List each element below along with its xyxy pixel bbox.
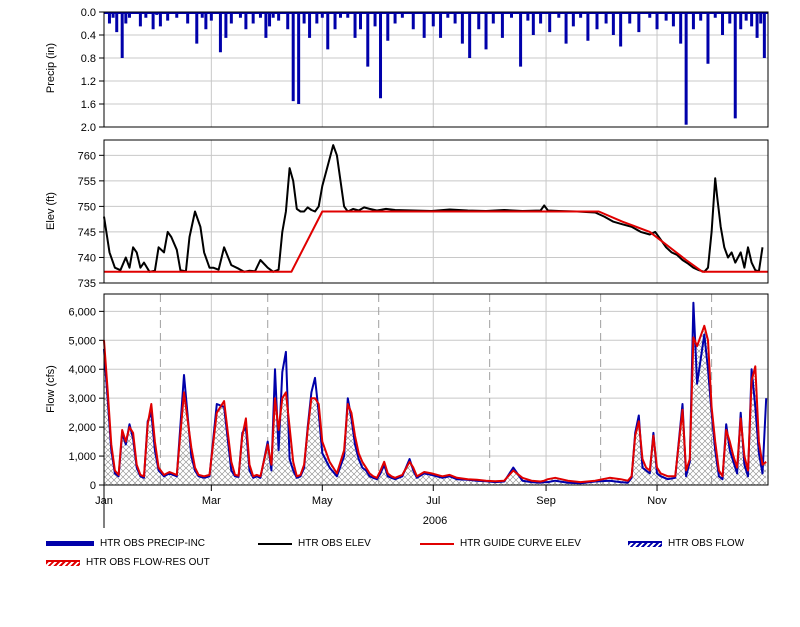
precip-bar [571, 12, 575, 27]
elevation-panel: 735 740 745 750 755 760 [78, 139, 769, 290]
precip-bar [333, 12, 337, 30]
flow-tick-label: 1,000 [68, 451, 96, 463]
flow-tick-label: 3,000 [68, 393, 96, 405]
precip-bar [422, 12, 426, 38]
elev-tick-label: 735 [78, 278, 96, 290]
precip-y-axis-label: Precip (in) [45, 43, 57, 93]
precip-bar [531, 12, 535, 35]
x-axis-tick-label: Nov [647, 495, 667, 507]
precip-tick-label: 2.0 [81, 122, 96, 134]
precip-bar [691, 12, 695, 30]
precip-bar [297, 12, 301, 104]
precip-bar [468, 12, 472, 58]
precip-bar [439, 12, 443, 38]
precip-bar [353, 12, 357, 38]
precip-bar [431, 12, 435, 27]
precip-bar [655, 12, 659, 30]
precip-tick-label: 1.2 [81, 76, 96, 88]
precip-bar [684, 12, 688, 125]
precip-bar [138, 12, 142, 27]
precip-bar [151, 12, 155, 30]
precip-bar [564, 12, 568, 44]
precip-bar [637, 12, 641, 33]
precip-bar [750, 12, 754, 27]
precip-bar [586, 12, 590, 41]
precip-bar [286, 12, 290, 30]
precip-bar [500, 12, 504, 38]
precip-bar [366, 12, 370, 67]
elev-tick-label: 740 [78, 252, 96, 264]
precip-bar [619, 12, 623, 47]
precip-bar [264, 12, 268, 38]
elev-y-axis-label: Elev (ft) [45, 192, 57, 230]
x-axis-tick-label: May [312, 495, 333, 507]
x-axis-tick-label: Sep [536, 495, 556, 507]
elev-tick-label: 755 [78, 176, 96, 188]
precip-bar [195, 12, 199, 44]
flow-y-axis-label: Flow (cfs) [45, 365, 57, 413]
precip-bar [308, 12, 312, 38]
x-axis-year-label: 2006 [423, 515, 447, 527]
flow-tick-label: 0 [90, 480, 96, 492]
elev-tick-label: 760 [78, 150, 96, 162]
precip-bar [120, 12, 124, 58]
precip-bar [158, 12, 162, 27]
precip-bar [733, 12, 737, 119]
precip-tick-label: 0.0 [81, 7, 96, 19]
flow-tick-label: 4,000 [68, 364, 96, 376]
x-axis: Jan Mar May Jul Sep Nov [95, 485, 667, 528]
precip-bar [477, 12, 481, 30]
precip-bar [218, 12, 222, 53]
precip-bar [291, 12, 295, 102]
precip-bar [706, 12, 710, 64]
precip-bar [379, 12, 383, 99]
precip-bar [359, 12, 363, 30]
precip-bar [224, 12, 228, 38]
precip-bar [755, 12, 759, 38]
elev-tick-label: 750 [78, 201, 96, 213]
precip-bar [611, 12, 615, 35]
precip-bar [411, 12, 415, 30]
precip-bar [244, 12, 248, 30]
precip-panel: 0.0 0.4 0.8 1.2 1.6 2.0 [81, 7, 769, 134]
precip-bar [460, 12, 464, 44]
precip-bar [373, 12, 377, 27]
precip-bar [595, 12, 599, 30]
precip-tick-label: 0.4 [81, 30, 96, 42]
precip-bar [519, 12, 523, 67]
precip-bar [326, 12, 330, 50]
precip-bar [268, 12, 272, 27]
hydrograph-chart: 0.0 0.4 0.8 1.2 1.6 2.0 735 740 745 750 755 760 0 1… [45, 7, 769, 528]
precip-bar [762, 12, 766, 58]
precip-background [104, 12, 768, 127]
precip-tick-label: 1.6 [81, 99, 96, 111]
precip-tick-label: 0.8 [81, 53, 96, 65]
precip-bar [204, 12, 208, 30]
elev-tick-label: 745 [78, 227, 96, 239]
precip-bar [484, 12, 488, 50]
precip-bar [721, 12, 725, 35]
x-axis-tick-label: Jul [426, 495, 440, 507]
precip-bar [548, 12, 552, 33]
precip-bar [386, 12, 390, 41]
precip-bar [679, 12, 683, 44]
flow-tick-label: 6,000 [68, 306, 96, 318]
flow-panel: 0 1,000 2,000 3,000 4,000 5,000 6,000 [68, 293, 769, 492]
precip-bar [115, 12, 119, 33]
flow-tick-label: 5,000 [68, 335, 96, 347]
precip-bar [739, 12, 743, 30]
x-axis-tick-label: Mar [202, 495, 221, 507]
precip-bar [671, 12, 675, 27]
flow-tick-label: 2,000 [68, 422, 96, 434]
